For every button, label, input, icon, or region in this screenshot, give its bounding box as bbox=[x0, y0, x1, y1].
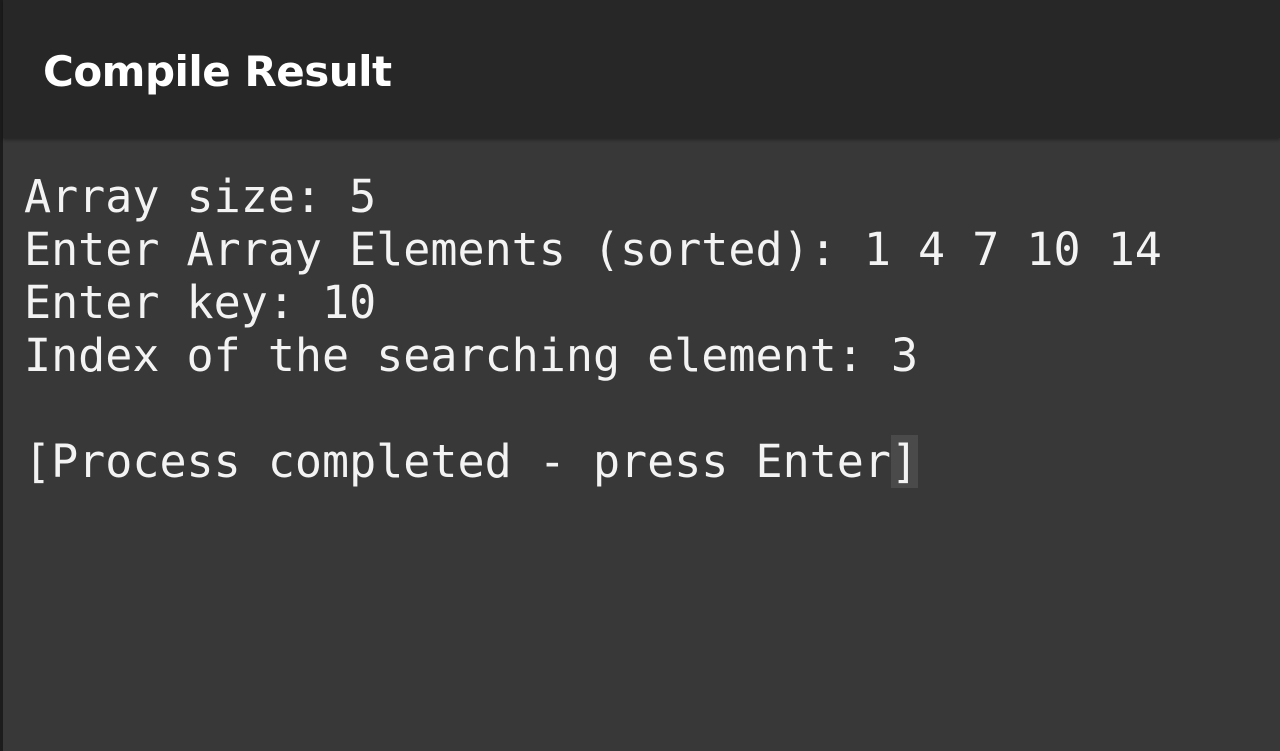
output-line-array-elements: Enter Array Elements (sorted): 1 4 7 10 … bbox=[24, 223, 1162, 276]
compile-result-screen: Compile Result Array size: 5 Enter Array… bbox=[0, 0, 1280, 751]
terminal-cursor: ] bbox=[890, 435, 919, 488]
output-line-blank bbox=[24, 382, 1264, 435]
output-line-index: Index of the searching element: 3 bbox=[24, 329, 919, 382]
process-status-line: [Process completed - press Enter] bbox=[24, 435, 1264, 488]
output-line-key: Enter key: 10 bbox=[24, 276, 377, 329]
output-line-array-size: Array size: 5 bbox=[24, 170, 377, 223]
page-title: Compile Result bbox=[43, 47, 392, 96]
terminal-output[interactable]: Array size: 5 Enter Array Elements (sort… bbox=[24, 170, 1264, 730]
process-status-text: [Process completed - press Enter bbox=[24, 435, 891, 488]
app-bar: Compile Result bbox=[3, 0, 1280, 138]
